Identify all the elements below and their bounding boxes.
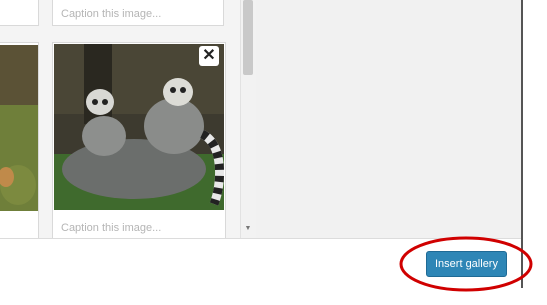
caption-field[interactable]: Caption this image... <box>53 221 161 235</box>
card-divider <box>38 212 39 238</box>
gallery-card-top-right: Caption this image... <box>52 0 224 26</box>
gallery-settings-panel <box>256 0 521 238</box>
gallery-card-top-left <box>0 0 39 26</box>
gallery-card-lemurs[interactable]: ✕ Caption this image... <box>52 42 226 238</box>
close-icon[interactable]: ✕ <box>199 46 219 66</box>
scrollbar-thumb[interactable] <box>243 0 253 75</box>
gallery-image-left[interactable] <box>0 45 38 211</box>
insert-gallery-button[interactable]: Insert gallery <box>426 251 507 277</box>
gallery-image-lemurs[interactable] <box>54 44 224 210</box>
scroll-down-arrow-icon[interactable]: ▼ <box>243 224 253 234</box>
panel-border <box>521 0 523 288</box>
gallery-grid: Caption this image... ✕ Caption this ima… <box>0 0 256 238</box>
gallery-card-left[interactable] <box>0 42 39 238</box>
caption-field[interactable]: Caption this image... <box>53 7 161 21</box>
